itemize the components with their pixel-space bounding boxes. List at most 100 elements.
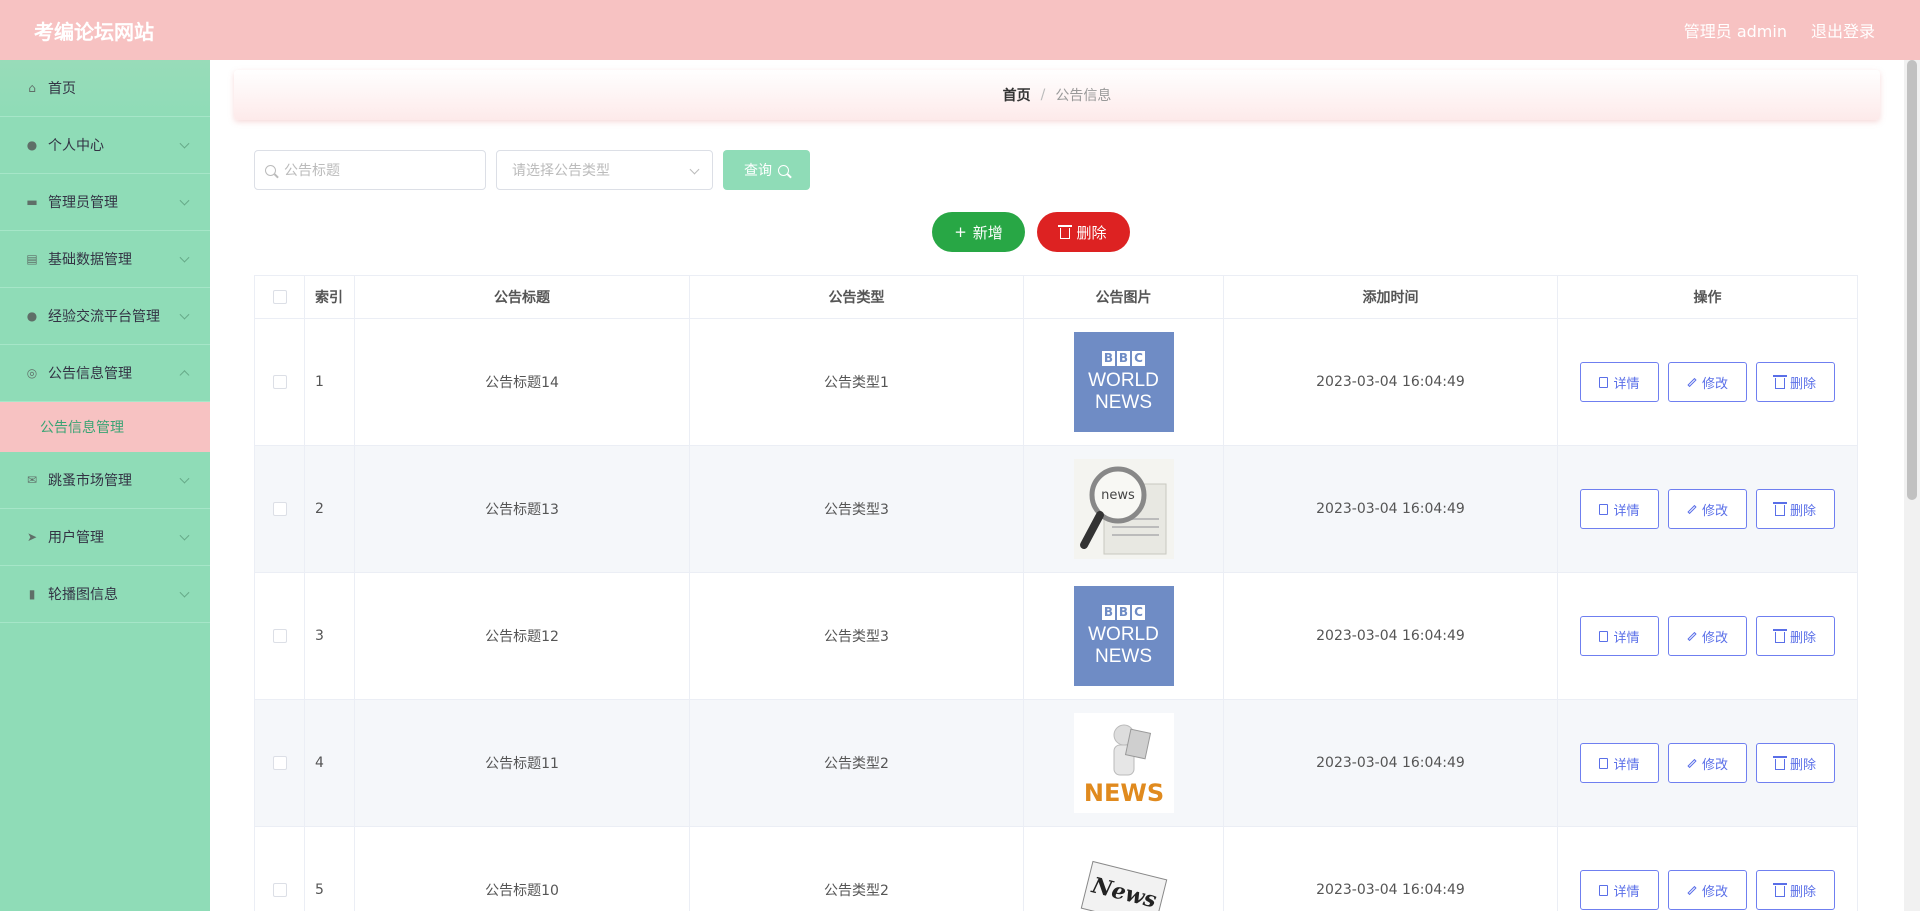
- breadcrumb-home[interactable]: 首页: [1003, 85, 1031, 105]
- detail-button[interactable]: 详情: [1580, 743, 1659, 783]
- row-ops: 详情 修改 删除: [1558, 319, 1857, 445]
- sidebar-item-label: 经验交流平台管理: [48, 309, 160, 325]
- detail-label: 详情: [1613, 757, 1640, 773]
- detail-button[interactable]: 详情: [1580, 616, 1659, 656]
- query-button[interactable]: 查询: [723, 150, 810, 190]
- admin-label[interactable]: 管理员 admin: [1684, 18, 1787, 42]
- sidebar-item-label: 管理员管理: [48, 195, 118, 211]
- mail-icon: ✉: [26, 473, 38, 487]
- document-icon: [1599, 376, 1609, 388]
- scrollbar-thumb[interactable]: [1907, 60, 1917, 500]
- sidebar-item-users[interactable]: ➤ 用户管理: [0, 509, 210, 566]
- row-delete-button[interactable]: 删除: [1756, 616, 1835, 656]
- row-checkbox[interactable]: [272, 502, 287, 516]
- logout-button[interactable]: 退出登录: [1811, 18, 1875, 42]
- bbc-letter: C: [1132, 604, 1145, 620]
- delete-label: 删除: [1789, 376, 1816, 392]
- edit-button[interactable]: 修改: [1668, 489, 1747, 529]
- delete-button[interactable]: 删除: [1037, 212, 1130, 252]
- plus-icon: +: [954, 223, 967, 241]
- row-checkbox[interactable]: [272, 375, 287, 389]
- row-image-cell: B B C WORLD NEWS: [1024, 319, 1224, 445]
- sidebar-item-experience-platform[interactable]: ● 经验交流平台管理: [0, 288, 210, 345]
- chevron-down-icon: [179, 587, 190, 598]
- detail-label: 详情: [1613, 884, 1640, 900]
- row-delete-button[interactable]: 删除: [1756, 489, 1835, 529]
- row-checkbox[interactable]: [272, 629, 287, 643]
- row-checkbox-cell: [255, 573, 305, 699]
- bbc-letter: B: [1117, 604, 1130, 620]
- chevron-down-icon: [179, 530, 190, 541]
- sidebar-item-home[interactable]: ⌂ 首页: [0, 60, 210, 117]
- detail-button[interactable]: 详情: [1580, 362, 1659, 402]
- search-icon: [265, 164, 276, 176]
- send-icon: ➤: [26, 530, 38, 544]
- edit-button[interactable]: 修改: [1668, 616, 1747, 656]
- bbc-world-text: WORLD: [1088, 369, 1159, 391]
- sidebar-subitem-announcement[interactable]: 公告信息管理: [0, 402, 210, 452]
- delete-label: 删除: [1789, 884, 1816, 900]
- trash-icon: [1772, 502, 1787, 516]
- table-row: 3 公告标题12 公告类型3 B B C WORLD NEWS 2023-03-…: [255, 573, 1857, 700]
- bbc-news-text: NEWS: [1095, 645, 1152, 667]
- document-icon: [1599, 757, 1609, 769]
- edit-label: 修改: [1701, 757, 1728, 773]
- edit-label: 修改: [1701, 376, 1728, 392]
- row-time: 2023-03-04 16:04:49: [1224, 319, 1558, 445]
- select-all-checkbox[interactable]: [272, 290, 287, 304]
- sidebar-item-admin-management[interactable]: ▬ 管理员管理: [0, 174, 210, 231]
- pencil-icon: [1687, 885, 1697, 895]
- type-select-placeholder: 请选择公告类型: [512, 163, 610, 179]
- row-delete-button[interactable]: 删除: [1756, 870, 1835, 910]
- row-index: 1: [305, 319, 355, 445]
- page-scrollbar[interactable]: [1904, 60, 1920, 911]
- row-image-cell: news: [1024, 446, 1224, 572]
- table-row: 4 公告标题11 公告类型2 NEWS 2023-03-04 16:04:49 …: [255, 700, 1857, 827]
- sidebar-item-flea-market[interactable]: ✉ 跳蚤市场管理: [0, 452, 210, 509]
- sidebar-item-label: 用户管理: [48, 530, 104, 546]
- newspaper-icon: News: [1080, 860, 1167, 911]
- title-search-input[interactable]: 公告标题: [254, 150, 486, 190]
- sidebar-item-personal-center[interactable]: ● 个人中心: [0, 117, 210, 174]
- edit-label: 修改: [1701, 503, 1728, 519]
- delete-label: 删除: [1789, 630, 1816, 646]
- sidebar-item-label: 基础数据管理: [48, 252, 132, 268]
- home-icon: ⌂: [28, 81, 36, 95]
- table-row: 2 公告标题13 公告类型3 news 2023-03-04 16:04:49 …: [255, 446, 1857, 573]
- bbc-letter: B: [1117, 350, 1130, 366]
- type-select[interactable]: 请选择公告类型: [496, 150, 713, 190]
- edit-button[interactable]: 修改: [1668, 743, 1747, 783]
- row-ops: 详情 修改 删除: [1558, 700, 1857, 826]
- search-icon: [778, 164, 789, 176]
- row-checkbox[interactable]: [272, 756, 287, 770]
- row-ops: 详情 修改 删除: [1558, 827, 1857, 911]
- sidebar-item-basic-data[interactable]: ▤ 基础数据管理: [0, 231, 210, 288]
- delete-label: 删除: [1076, 223, 1107, 242]
- detail-button[interactable]: 详情: [1580, 489, 1659, 529]
- sidebar-item-announcement[interactable]: ◎ 公告信息管理: [0, 345, 210, 402]
- header-type: 公告类型: [690, 276, 1024, 318]
- sidebar-item-label: 公告信息管理: [48, 366, 132, 382]
- newspaper-image: News: [1073, 840, 1174, 911]
- header-index: 索引: [305, 276, 355, 318]
- edit-label: 修改: [1701, 884, 1728, 900]
- sidebar-item-label: 首页: [48, 81, 76, 97]
- magnifier-news-image: news: [1073, 459, 1174, 559]
- row-delete-button[interactable]: 删除: [1756, 743, 1835, 783]
- edit-button[interactable]: 修改: [1668, 362, 1747, 402]
- user-menu: 管理员 admin 退出登录: [1684, 18, 1875, 42]
- row-image-cell: B B C WORLD NEWS: [1024, 573, 1224, 699]
- chevron-down-icon: [179, 309, 190, 320]
- detail-button[interactable]: 详情: [1580, 870, 1659, 910]
- document-icon: [1599, 630, 1609, 642]
- sidebar-item-carousel[interactable]: ▮ 轮播图信息: [0, 566, 210, 623]
- row-type: 公告类型3: [690, 446, 1024, 572]
- pencil-icon: [1687, 631, 1697, 641]
- row-delete-button[interactable]: 删除: [1756, 362, 1835, 402]
- add-button[interactable]: + 新增: [932, 212, 1025, 252]
- delete-label: 删除: [1789, 757, 1816, 773]
- edit-button[interactable]: 修改: [1668, 870, 1747, 910]
- table-row: 1 公告标题14 公告类型1 B B C WORLD NEWS 2023-03-…: [255, 319, 1857, 446]
- row-image-cell: News: [1024, 827, 1224, 911]
- row-checkbox[interactable]: [272, 883, 287, 897]
